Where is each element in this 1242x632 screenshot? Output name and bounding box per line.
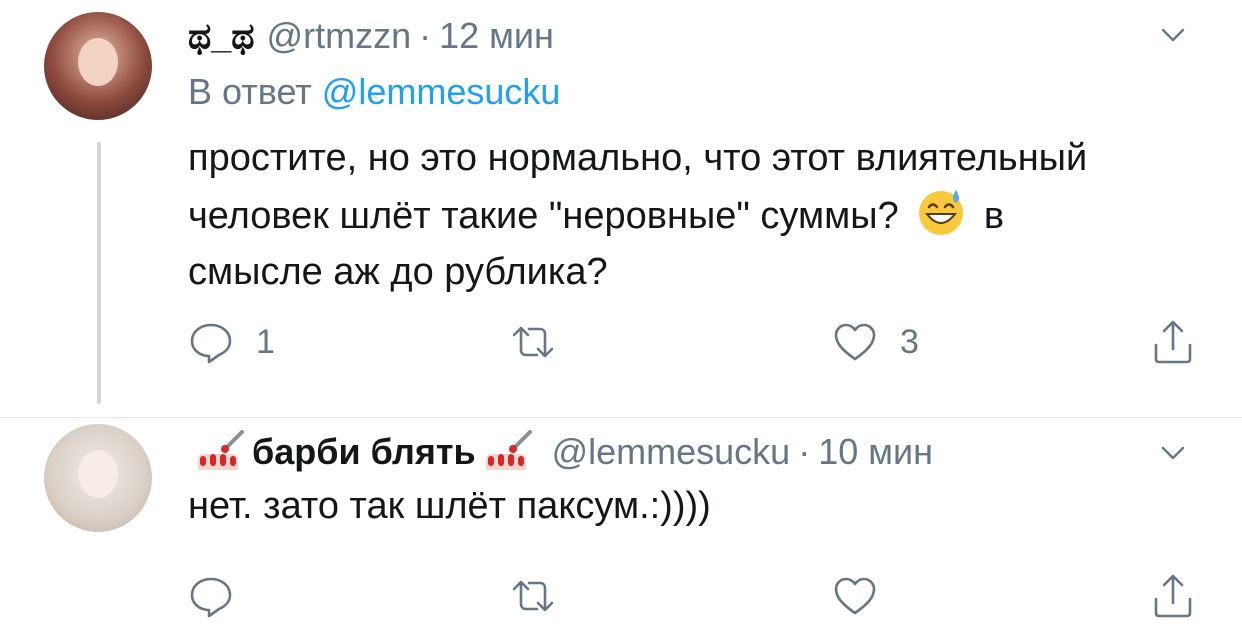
chevron-down-icon[interactable] xyxy=(1160,440,1186,466)
like-button[interactable]: 3 xyxy=(832,318,919,366)
share-button[interactable] xyxy=(1150,318,1196,366)
avatar-face xyxy=(78,38,118,86)
heart-icon xyxy=(834,577,876,615)
thread-line xyxy=(97,142,101,404)
retweet-button[interactable] xyxy=(510,572,578,620)
separator: · xyxy=(419,15,432,56)
like-button[interactable] xyxy=(832,572,900,620)
tweet-header: ಥ_ಥ @rtmzzn · 12 мин xyxy=(188,14,554,58)
like-count: 3 xyxy=(900,322,919,361)
tweet[interactable]: барби блять @lemmesucku · 10 мин нет. зато… xyxy=(0,418,1242,632)
nail-polish-emoji-icon xyxy=(485,430,532,470)
tweet-header: барби блять @lemmesucku · 10 мин xyxy=(188,430,933,474)
reply-count: 1 xyxy=(256,322,275,361)
retweet-icon xyxy=(512,326,554,358)
grinning-sweat-emoji-icon xyxy=(919,190,964,235)
avatar[interactable] xyxy=(44,12,152,120)
avatar[interactable] xyxy=(44,424,152,532)
reply-button[interactable]: 1 xyxy=(188,318,275,366)
reply-icon xyxy=(190,323,232,364)
author-name[interactable]: ಥ_ಥ xyxy=(188,15,255,56)
timestamp[interactable]: 10 мин xyxy=(818,431,933,472)
share-icon xyxy=(1154,574,1192,618)
heart-icon xyxy=(834,323,876,361)
timestamp[interactable]: 12 мин xyxy=(439,15,554,56)
retweet-button[interactable] xyxy=(510,318,578,366)
share-icon xyxy=(1154,320,1192,364)
tweet-actions: 1 3 xyxy=(188,318,1198,366)
tweet[interactable]: ಥ_ಥ @rtmzzn · 12 мин В ответ @lemmesucku пр… xyxy=(0,0,1242,418)
tweet-text: простите, но это нормально, что этот вли… xyxy=(188,130,1148,300)
reply-button[interactable] xyxy=(188,572,256,620)
author-name[interactable]: барби блять xyxy=(252,431,476,472)
separator: · xyxy=(798,431,811,472)
reply-icon xyxy=(190,577,232,618)
reply-mention-link[interactable]: @lemmesucku xyxy=(322,71,561,112)
avatar-face xyxy=(78,450,118,498)
nail-polish-emoji-icon xyxy=(198,430,244,470)
author-handle[interactable]: @lemmesucku xyxy=(552,431,791,472)
retweet-icon xyxy=(512,580,554,612)
author-handle[interactable]: @rtmzzn xyxy=(267,15,412,56)
reply-context: В ответ @lemmesucku xyxy=(188,70,560,114)
reply-prefix: В ответ xyxy=(188,71,312,112)
chevron-down-icon[interactable] xyxy=(1160,22,1186,48)
share-button[interactable] xyxy=(1150,572,1196,620)
tweet-actions xyxy=(188,572,1198,620)
tweet-text: нет. зато так шлёт паксум.:)))) xyxy=(188,485,711,527)
